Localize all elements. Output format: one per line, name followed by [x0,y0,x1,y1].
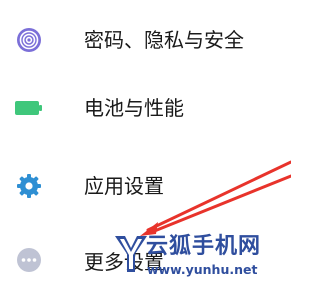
more-dots-icon [17,248,41,272]
settings-item-privacy[interactable]: 密码、隐私与安全 [0,10,291,70]
battery-icon [15,101,42,115]
settings-item-label: 应用设置 [84,174,164,198]
fingerprint-icon [17,28,41,52]
settings-item-apps[interactable]: 应用设置 [0,156,291,216]
settings-item-battery[interactable]: 电池与性能 [0,78,291,138]
watermark-title: 云狐手机网 [146,234,262,259]
gear-icon [17,174,41,198]
watermark-url: www.yunhu.net [147,262,258,277]
settings-screen: 密码、隐私与安全 电池与性能 应用设置 更多设置 云狐手机网 www.yunhu… [0,0,291,299]
watermark: 云狐手机网 www.yunhu.net [112,226,291,299]
settings-item-label: 密码、隐私与安全 [84,28,244,52]
settings-item-label: 电池与性能 [84,96,184,120]
yunhu-logo-icon [115,236,147,272]
